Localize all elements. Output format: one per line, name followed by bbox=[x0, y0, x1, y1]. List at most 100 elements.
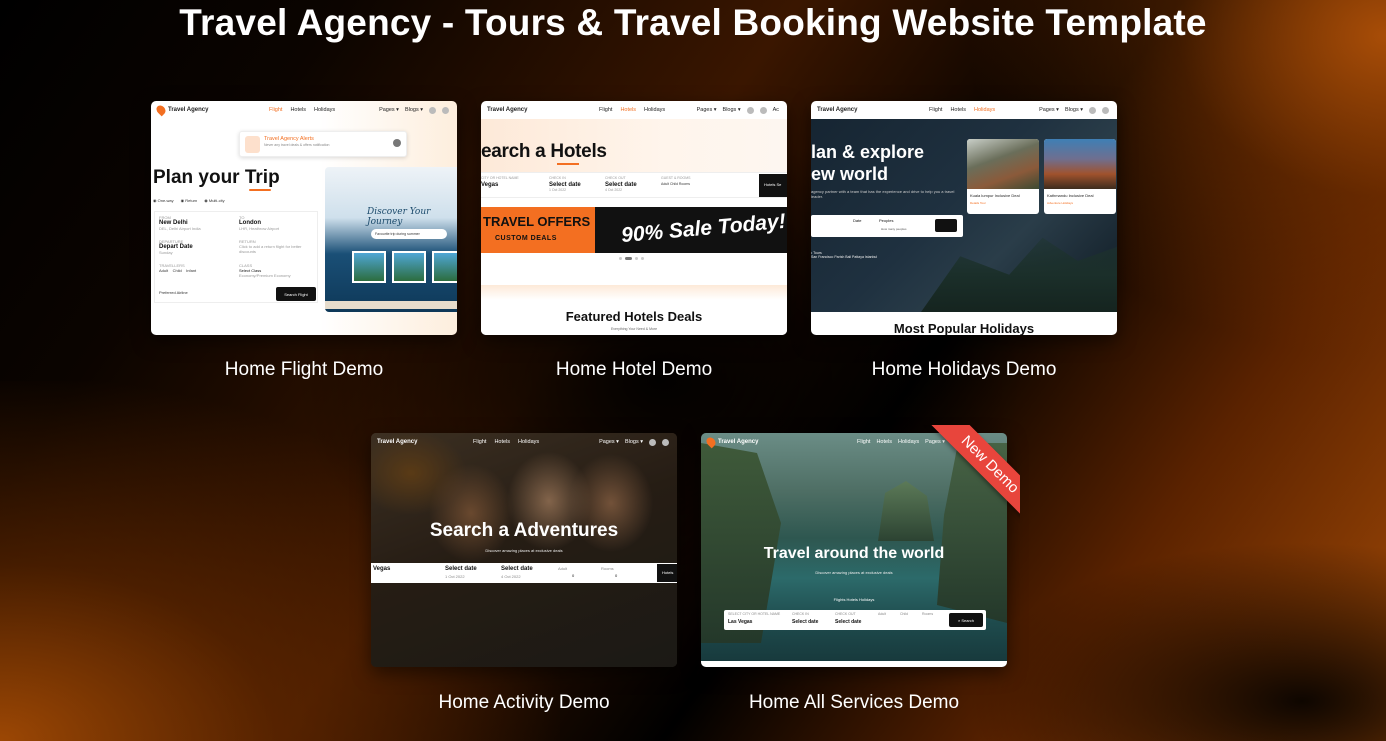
preview-nav-flight: Flight bbox=[857, 439, 871, 445]
preview-hotel-search-bar: CITY OR HOTEL NAME Vegas CHECK IN Select d… bbox=[481, 172, 787, 198]
facebook-icon bbox=[649, 438, 656, 446]
close-icon bbox=[393, 139, 401, 147]
preview-nav-account: Acc bbox=[975, 439, 985, 445]
preview-brand: Travel Agency bbox=[487, 107, 528, 113]
field-city: CITY OR HOTEL NAME Vegas bbox=[481, 176, 519, 188]
field-travellers: TRAVELLERS Adult Child Infant bbox=[159, 263, 197, 273]
field-from: FROM New Delhi DEL, Delhi Airport India bbox=[159, 215, 201, 231]
field-rooms: Rooms bbox=[922, 612, 934, 616]
preview-poster: Discover Your Journey Favourite trip dur… bbox=[325, 167, 457, 312]
preview-nav: Travel Agency Flight Hotels Holidays Pag… bbox=[811, 101, 1117, 119]
preview-alert-title: Travel Agency Alerts bbox=[264, 136, 314, 142]
preview-alert-sub: Never any travel deals & offers notifica… bbox=[264, 143, 330, 147]
field-adult: Adult 0 bbox=[558, 566, 575, 578]
field-check-in: Select date 1 Oct 2022 bbox=[445, 566, 477, 579]
field-city: Vegas bbox=[373, 566, 391, 572]
preview-alert-box: Travel Agency Alerts Never any travel de… bbox=[239, 131, 407, 157]
preview-brand: Travel Agency bbox=[817, 107, 858, 113]
preview-nav-pages: Pages ▾ bbox=[379, 107, 399, 113]
poster-base bbox=[325, 301, 457, 309]
preview-brand: Travel Agency bbox=[704, 435, 758, 449]
preview-nav-holidays: Holidays bbox=[974, 107, 996, 113]
preview-heading: Search a Adventures bbox=[429, 520, 619, 541]
preview-nav-pages: Pages ▾ bbox=[696, 107, 717, 113]
preview-nav-pages: Pages ▾ bbox=[599, 439, 619, 445]
radio-return: ◉ Return bbox=[180, 198, 198, 203]
preview-offer-banner: TRAVEL OFFERS CUSTOM DEALS 90% Sale Toda… bbox=[481, 207, 787, 253]
background-shadow-bottom-right bbox=[966, 541, 1386, 741]
field-check-out: CHECK OUT Select date bbox=[835, 612, 862, 625]
carousel-dots bbox=[619, 257, 644, 260]
banner-custom-deals: CUSTOM DEALS bbox=[495, 235, 557, 242]
preview-nav-holidays: Holidays bbox=[898, 439, 920, 445]
demo-label-hotel[interactable]: Home Hotel Demo bbox=[481, 359, 787, 381]
demo-label-all-services[interactable]: Home All Services Demo bbox=[701, 692, 1007, 714]
field-departure: DEPARTURE Depart Date Sunday bbox=[159, 239, 193, 255]
banner-travel-offers: TRAVEL OFFERS bbox=[483, 214, 591, 229]
field-class: CLASS Select Class Economy/Premium Economy bbox=[239, 263, 291, 278]
field-adult: Adult bbox=[878, 612, 886, 616]
preview-nav-hotels: Hotels bbox=[950, 107, 967, 113]
heading-underline bbox=[557, 163, 579, 165]
preview-subheading: Discover amazing places at exclusive dea… bbox=[815, 570, 893, 575]
preview-search-button: ⌕ Search bbox=[949, 613, 983, 627]
field-to: TO London LHR, Heathrow Airport bbox=[239, 215, 280, 231]
instagram-icon bbox=[759, 106, 767, 114]
demo-label-activity[interactable]: Home Activity Demo bbox=[371, 692, 677, 714]
preview-tours-list: • Tours San Francisco Parish Bali Pattaya… bbox=[811, 251, 878, 259]
preview-hotels-button: Hotels bbox=[657, 564, 677, 582]
preview-nav: Travel Agency Flight Hotels Holidays Pag… bbox=[701, 433, 1007, 451]
demo-card-flight[interactable]: Travel Agency Flight Hotels Holidays Pag… bbox=[151, 101, 457, 335]
demo-card-holidays[interactable]: Travel Agency Flight Hotels Holidays Pag… bbox=[811, 101, 1117, 335]
demo-label-holidays[interactable]: Home Holidays Demo bbox=[811, 359, 1117, 381]
field-check-in: CHECK IN Select date bbox=[792, 612, 819, 625]
preview-paragraph: agency partner with a team that has the … bbox=[811, 189, 955, 199]
preview-nav-flight: Flight bbox=[599, 107, 613, 113]
preview-nav-flight: Flight bbox=[269, 107, 283, 113]
page-title: Travel Agency - Tours & Travel Booking W… bbox=[179, 2, 1207, 43]
preview-nav-hotels: Hotels bbox=[620, 107, 637, 113]
preview-activity-search-bar: Vegas Select date 1 Oct 2022 Select date 4… bbox=[371, 563, 677, 583]
instagram-icon bbox=[662, 438, 669, 446]
field-city: SELECT CITY OR HOTEL NAME Las Vegas bbox=[728, 612, 781, 625]
preview-featured-sub: Everything Your Need & More bbox=[610, 327, 658, 331]
preview-brand: Travel Agency bbox=[377, 439, 418, 445]
preview-brand: Travel Agency bbox=[154, 103, 208, 117]
preview-nav-account: Ac bbox=[772, 107, 779, 113]
preview-nav-holidays: Holidays bbox=[644, 107, 666, 113]
preview-heading: earch a Hotels bbox=[481, 141, 607, 162]
field-child: Child bbox=[900, 612, 908, 616]
field-return: RETURN Click to add a return flight for b… bbox=[239, 239, 302, 254]
preview-nav-pages: Pages ▾ bbox=[925, 439, 946, 445]
facebook-icon bbox=[746, 106, 754, 114]
instagram-icon bbox=[1102, 106, 1109, 114]
preview-nav-blogs: Blogs ▾ bbox=[624, 439, 643, 445]
adventure-thumbnail bbox=[392, 251, 426, 283]
preview-nav-hotels: Hotels bbox=[494, 439, 511, 445]
preview-holiday-search: Date Peoples How many peoples bbox=[811, 215, 963, 237]
preview-nav-blogs: Blogs ▾ bbox=[951, 439, 970, 445]
bell-icon bbox=[245, 136, 260, 153]
facebook-icon bbox=[1089, 106, 1096, 114]
preview-heading: Travel around the world bbox=[763, 545, 945, 562]
preview-heading: Plan your Trip bbox=[153, 167, 280, 188]
preview-heading: lan & explore ew world bbox=[811, 142, 925, 184]
demo-card-activity[interactable]: Travel Agency Flight Hotels Holidays Pag… bbox=[371, 433, 677, 667]
demo-label-flight[interactable]: Home Flight Demo bbox=[151, 359, 457, 381]
preview-service-tabs: Flights Hotels Holidays bbox=[833, 597, 875, 602]
location-pin-icon bbox=[704, 435, 718, 449]
preview-nav-flight: Flight bbox=[929, 107, 943, 113]
poster-pill: Favourite trip during summer bbox=[371, 229, 447, 239]
location-pin-icon bbox=[154, 103, 168, 117]
preview-hotels-search-button: Hotels Se bbox=[759, 174, 787, 197]
field-rooms: Rooms 0 bbox=[601, 566, 618, 578]
preview-all-services-search: SELECT CITY OR HOTEL NAME Las Vegas CHECK… bbox=[724, 610, 986, 630]
banner-sale-text: 90% Sale Today! bbox=[620, 209, 787, 248]
preview-nav-hotels: Hotels bbox=[876, 439, 893, 445]
field-airline: Preferred Airline bbox=[159, 290, 188, 295]
demo-card-all-services[interactable]: Travel Agency Flight Hotels Holidays Pag… bbox=[701, 433, 1007, 667]
preview-nav: Travel Agency Flight Hotels Holidays Pag… bbox=[151, 101, 457, 119]
preview-nav-pages: Pages ▾ bbox=[1039, 107, 1059, 113]
demo-card-hotel[interactable]: Travel Agency Flight Hotels Holidays Pag… bbox=[481, 101, 787, 335]
field-check-out: Select date 4 Oct 2022 bbox=[501, 566, 533, 579]
